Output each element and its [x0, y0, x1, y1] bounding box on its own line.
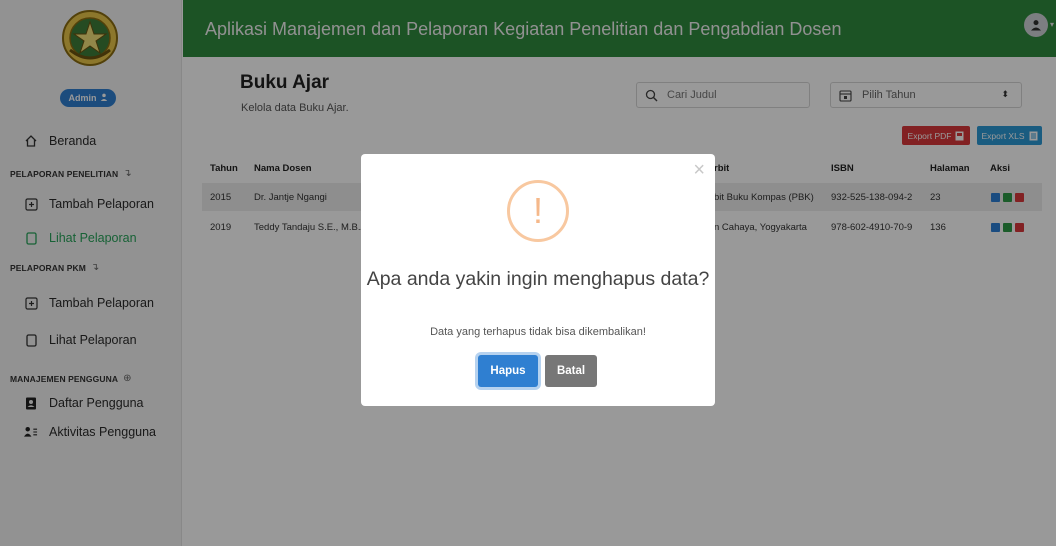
warning-glyph: ! — [532, 190, 543, 231]
dialog-message: Data yang terhapus tidak bisa dikembalik… — [430, 326, 646, 338]
warning-icon: ! — [507, 180, 569, 242]
cancel-button[interactable]: Batal — [545, 355, 597, 387]
confirm-delete-dialog: × ! Apa anda yakin ingin menghapus data?… — [361, 154, 715, 406]
close-icon[interactable]: × — [693, 160, 705, 180]
confirm-delete-button[interactable]: Hapus — [478, 355, 538, 387]
dialog-title: Apa anda yakin ingin menghapus data? — [366, 268, 710, 290]
